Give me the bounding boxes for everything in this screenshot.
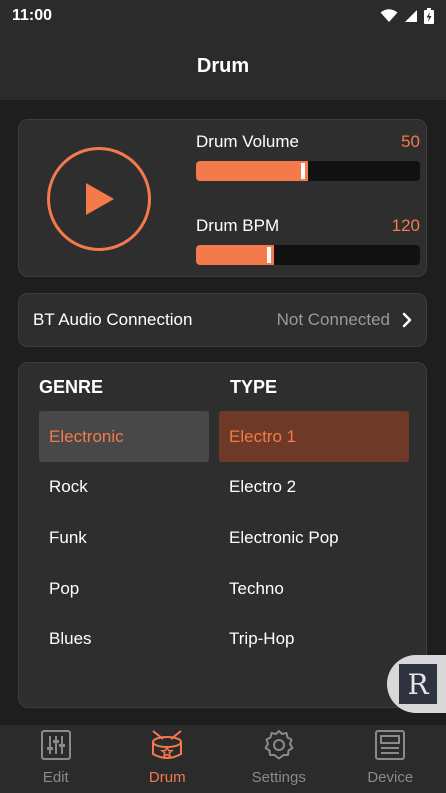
- nav-edit[interactable]: Edit: [0, 725, 112, 793]
- play-button[interactable]: [47, 147, 151, 251]
- status-time: 11:00: [12, 7, 53, 24]
- drum-volume-fill: [196, 161, 308, 181]
- nav-settings[interactable]: Settings: [223, 725, 335, 793]
- genre-item[interactable]: Electronic: [39, 411, 209, 462]
- bt-audio-connection-row[interactable]: BT Audio Connection Not Connected: [18, 293, 427, 347]
- type-item[interactable]: Techno: [219, 563, 389, 614]
- type-item[interactable]: Electro 2: [219, 462, 389, 513]
- bottom-nav: Edit Drum Settings Device: [0, 725, 446, 793]
- type-item[interactable]: Electro 1: [219, 411, 409, 462]
- drum-bpm-value: 120: [391, 216, 420, 235]
- sliders-icon: [40, 730, 71, 760]
- genre-header: GENRE: [39, 377, 104, 397]
- page-title: Drum: [196, 54, 250, 77]
- drum-icon: [152, 730, 183, 759]
- drum-volume-thumb[interactable]: [301, 163, 305, 179]
- app-bar: Drum: [0, 32, 446, 100]
- type-item[interactable]: Trip-Hop: [219, 614, 389, 665]
- play-icon: [86, 183, 114, 215]
- genre-type-card: GENRE TYPE Electronic Rock Funk Pop Blues El…: [18, 362, 427, 708]
- type-header: TYPE: [230, 377, 278, 397]
- status-bar: 11:00: [0, 0, 446, 32]
- bt-status-text: Not Connected: [276, 310, 390, 329]
- genre-item[interactable]: Blues: [39, 614, 209, 665]
- bt-audio-label: BT Audio Connection: [33, 310, 193, 329]
- drum-volume-label: Drum Volume: [196, 132, 299, 151]
- r-logo-icon: R: [399, 664, 437, 704]
- drum-bpm-slider[interactable]: [196, 245, 420, 265]
- drum-bpm-fill: [196, 245, 274, 265]
- signal-icon: [405, 10, 417, 22]
- drum-controls-card: Drum Volume 50 Drum BPM 120: [18, 119, 427, 277]
- battery-icon: [424, 8, 434, 24]
- drum-bpm-label: Drum BPM: [196, 216, 280, 235]
- genre-item[interactable]: Rock: [39, 462, 209, 513]
- wifi-icon: [380, 9, 398, 22]
- genre-item[interactable]: Pop: [39, 563, 209, 614]
- type-item[interactable]: Electronic Pop: [219, 512, 389, 563]
- drum-bpm-thumb[interactable]: [267, 247, 271, 263]
- nav-label-drum: Drum: [148, 769, 186, 786]
- drum-volume-slider[interactable]: [196, 161, 420, 181]
- gear-icon: [264, 730, 294, 760]
- status-icons: [380, 8, 434, 24]
- chevron-right-icon: [402, 312, 412, 328]
- genre-item[interactable]: Funk: [39, 512, 209, 563]
- drum-volume-control: Drum Volume 50: [196, 132, 420, 181]
- nav-device[interactable]: Device: [335, 725, 446, 793]
- nav-label-settings: Settings: [251, 769, 306, 786]
- nav-drum[interactable]: Drum: [112, 725, 224, 793]
- floating-assistant-button[interactable]: R: [387, 655, 446, 713]
- drum-bpm-control: Drum BPM 120: [196, 216, 420, 265]
- drum-volume-value: 50: [401, 132, 420, 151]
- nav-label-device: Device: [367, 769, 414, 786]
- device-icon: [375, 730, 406, 760]
- nav-label-edit: Edit: [42, 769, 69, 786]
